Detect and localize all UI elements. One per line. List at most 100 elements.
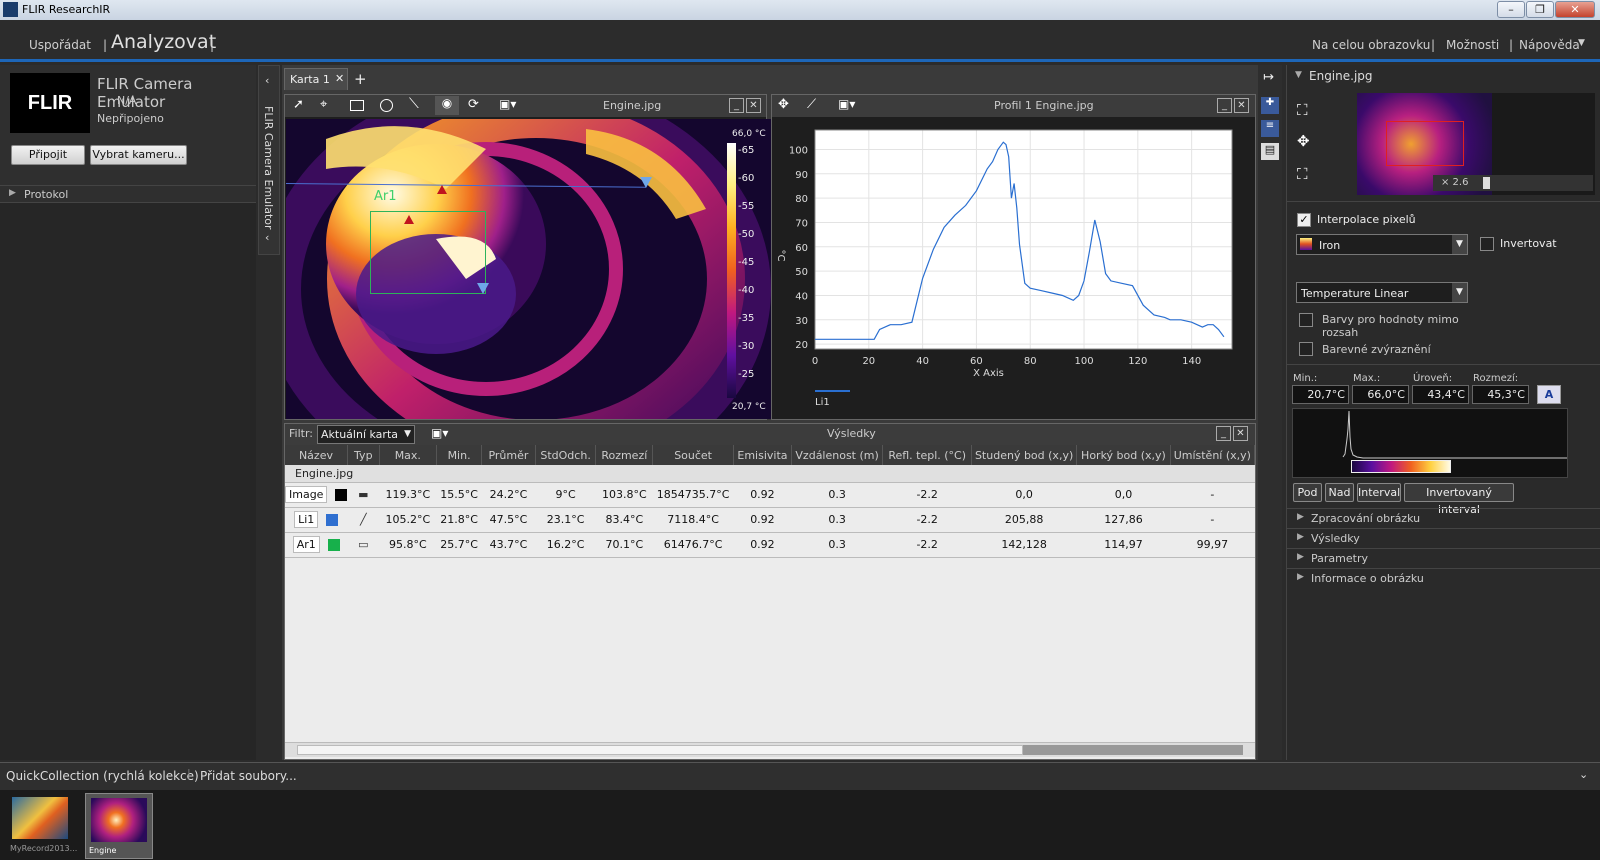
add-measure-icon[interactable]: ✚ [1261, 97, 1279, 114]
min-value-field[interactable]: 20,7°C [1292, 385, 1349, 404]
close-button[interactable]: ✕ [1555, 1, 1595, 18]
max-value-field[interactable]: 66,0°C [1352, 385, 1409, 404]
tab-close-icon[interactable]: ✕ [335, 72, 344, 85]
scrollbar-thumb[interactable] [297, 745, 1023, 755]
out-of-range-checkbox[interactable] [1299, 313, 1313, 327]
interpolation-checkbox[interactable]: ✓ [1297, 213, 1311, 227]
ellipse-tool-icon[interactable] [380, 99, 393, 112]
row-name[interactable]: Li1 [294, 511, 319, 528]
column-header[interactable]: StdOdch. [535, 445, 597, 465]
column-header[interactable]: Refl. tepl. (°C) [882, 445, 972, 465]
thumbnail-engine[interactable]: Engine [85, 793, 153, 859]
column-header[interactable]: Vzdálenost (m) [791, 445, 884, 465]
row-color-swatch[interactable] [326, 514, 339, 526]
zoom-slider-handle[interactable] [1483, 177, 1490, 189]
column-header[interactable]: Max. [379, 445, 437, 465]
dropdown-arrow-icon[interactable]: ▼ [1452, 235, 1467, 254]
panel-close-icon[interactable]: ✕ [746, 98, 761, 113]
add-tab-button[interactable]: + [354, 70, 367, 88]
row-name[interactable]: Ar1 [292, 536, 320, 553]
pointer-tool-icon[interactable]: ➚ [293, 97, 304, 112]
collapse-chevron-icon[interactable]: ‹ [265, 74, 269, 87]
section-header[interactable]: ▶ Informace o obrázku [1287, 568, 1600, 588]
menu-analyze[interactable]: Analyzovat [111, 31, 216, 53]
panel-minimize-icon[interactable]: _ [1216, 426, 1231, 441]
highlight-checkbox[interactable] [1299, 342, 1313, 356]
line-end-marker[interactable] [640, 177, 652, 188]
add-files-link[interactable]: Přidat soubory... [200, 769, 297, 783]
menu-fullscreen[interactable]: Na celou obrazovku [1312, 38, 1430, 52]
column-header[interactable]: Horký bod (x,y) [1076, 445, 1171, 465]
table-row[interactable]: Image ▬ 119.3°C 15.5°C 24.2°C 9°C 103.8°C 18547… [285, 482, 1255, 508]
area-ar1[interactable] [370, 211, 486, 294]
line-tool-icon[interactable]: ⟍ [409, 96, 419, 112]
horizontal-scrollbar[interactable] [285, 742, 1255, 757]
level-value-field[interactable]: 43,4°C [1412, 385, 1469, 404]
invert-checkbox[interactable] [1480, 237, 1494, 251]
thumbnail-myrecord[interactable]: MyRecord2013... [8, 795, 77, 857]
column-header[interactable]: Průměr [481, 445, 536, 465]
group-row[interactable]: Engine.jpg [285, 465, 1255, 483]
navigator-viewport[interactable] [1386, 121, 1464, 166]
help-chevron-down-icon[interactable]: ▼ [1578, 38, 1585, 48]
minimize-button[interactable]: – [1497, 1, 1525, 18]
select-camera-button[interactable]: Vybrat kameru... [90, 145, 187, 165]
section-header[interactable]: ▶ Parametry [1287, 548, 1600, 568]
rotate-icon[interactable]: ⟳ [468, 97, 479, 112]
protocol-section[interactable]: ▶ Protokol [0, 185, 256, 203]
maximize-button[interactable]: ❐ [1526, 1, 1554, 18]
tab-karta-1[interactable]: Karta 1 ✕ [284, 68, 348, 90]
row-name[interactable]: Image [285, 486, 328, 503]
table-row[interactable]: Ar1 ▭ 95.8°C 25.7°C 43.7°C 16.2°C 70.1°C 61476.… [285, 532, 1255, 558]
zoom-reset-icon[interactable]: ⛶ [1297, 165, 1308, 183]
navigator[interactable]: × 2.6 [1357, 93, 1595, 195]
collapse-double-chevron-icon[interactable]: ⌄ [1579, 768, 1588, 781]
thermal-image[interactable]: Ar1 66,0 °C -65 -60 -55 -50 -45 -40 -35 -30 -25 … [286, 119, 771, 419]
collapse-chevron-icon-2[interactable]: ‹ [265, 231, 269, 244]
interval-button[interactable]: Interval [1357, 483, 1401, 502]
table-icon[interactable]: ▤ [1261, 143, 1279, 160]
quick-collection-label[interactable]: QuickCollection (rychlá kolekce) [6, 769, 199, 783]
panel-minimize-icon[interactable]: _ [1217, 98, 1232, 113]
save-icon[interactable]: ▣▾ [431, 426, 448, 440]
column-header[interactable]: Rozmezí [595, 445, 654, 465]
plot-style-icon[interactable]: ⟋ [807, 97, 816, 112]
auto-adjust-icon[interactable]: A [1537, 385, 1561, 404]
column-header[interactable]: Součet [652, 445, 735, 465]
panel-close-icon[interactable]: ✕ [1234, 98, 1249, 113]
filter-dropdown[interactable]: Aktuální karta ▼ [317, 425, 415, 444]
table-row[interactable]: Li1 ╱ 105.2°C 21.8°C 47.5°C 23.1°C 83.4°C 7118.… [285, 507, 1255, 533]
column-header[interactable]: Studený bod (x,y) [971, 445, 1078, 465]
save-icon[interactable]: ▣▾ [838, 97, 855, 111]
dropdown-arrow-icon[interactable]: ▼ [1452, 283, 1467, 302]
under-button[interactable]: Pod [1293, 483, 1322, 502]
visibility-eye-icon[interactable]: ◉ [435, 96, 459, 115]
row-color-swatch[interactable] [335, 489, 348, 501]
section-header[interactable]: ▶ Zpracování obrázku [1287, 508, 1600, 528]
histogram[interactable] [1292, 408, 1568, 478]
spot-tool-icon[interactable]: ⌖ [320, 97, 327, 112]
menu-help[interactable]: Nápověda [1519, 38, 1580, 52]
measure-list-icon[interactable]: ≡ [1261, 120, 1279, 137]
pan-icon[interactable]: ✥ [1297, 132, 1310, 150]
panel-minimize-icon[interactable]: _ [729, 98, 744, 113]
profile-chart[interactable]: 20 30 40 50 60 70 80 90 100 0 20 40 60 80 100 120 140 X A… [772, 118, 1255, 420]
zoom-fit-icon[interactable]: ⛶ [1297, 101, 1308, 119]
column-header[interactable]: Min. [436, 445, 483, 465]
column-header[interactable]: Název [285, 445, 348, 465]
histogram-color-range[interactable] [1351, 460, 1451, 473]
menu-options[interactable]: Možnosti [1446, 38, 1499, 52]
camera-emulator-side-tab[interactable]: ‹ FLIR Camera Emulator ‹ [258, 65, 280, 255]
collapse-arrow-icon[interactable]: ▼ [1295, 70, 1302, 80]
rectangle-tool-icon[interactable] [350, 100, 364, 111]
fit-icon[interactable]: ✥ [778, 97, 789, 112]
menu-arrange[interactable]: Uspořádat [29, 38, 91, 52]
inverted-interval-button[interactable]: Invertovaný interval [1404, 483, 1514, 516]
column-header[interactable]: Typ [347, 445, 380, 465]
export-icon[interactable]: ↦ [1263, 70, 1274, 85]
section-header[interactable]: ▶ Výsledky [1287, 528, 1600, 548]
over-button[interactable]: Nad [1325, 483, 1354, 502]
scale-mode-dropdown[interactable]: Temperature Linear ▼ [1296, 282, 1468, 303]
column-header[interactable]: Emisivita [733, 445, 792, 465]
connect-button[interactable]: Připojit [11, 145, 85, 165]
